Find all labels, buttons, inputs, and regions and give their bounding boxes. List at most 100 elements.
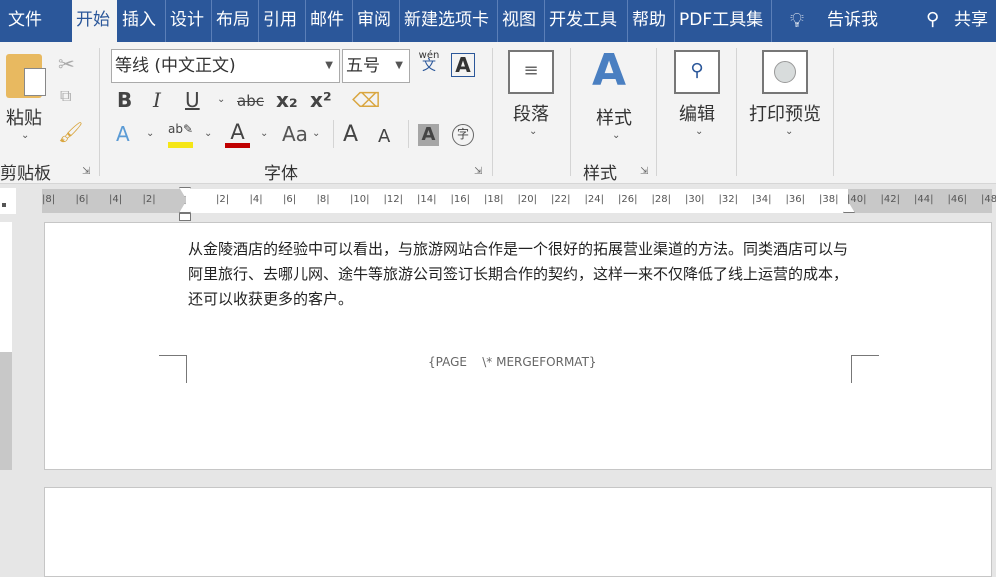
horizontal-ruler[interactable]: |8| |6| |4| |2| |2| |4| |6| |8| |10| |12| |14| |16|… xyxy=(42,187,996,213)
tab-view[interactable]: 视图 xyxy=(497,0,540,42)
document-page[interactable]: 从金陵酒店的经验中可以看出，与旅游网站合作是一个很好的拓展营业渠道的方法。同类酒… xyxy=(44,222,992,470)
paragraph-icon[interactable]: ≡ xyxy=(508,50,554,94)
chevron-down-icon[interactable]: ⌄ xyxy=(612,130,620,141)
chevron-down-icon[interactable]: ⌄ xyxy=(312,128,320,139)
ruler-tick-label: |14| xyxy=(417,194,437,205)
left-indent-marker[interactable] xyxy=(179,213,191,221)
tab-mailings[interactable]: 邮件 xyxy=(305,0,348,42)
italic-button[interactable]: I xyxy=(153,88,161,112)
ruler-tick-label: |22| xyxy=(551,194,571,205)
tell-me-button[interactable]: 告诉我 xyxy=(823,0,882,42)
print-preview-icon[interactable] xyxy=(762,50,808,94)
ruler-tick-label: |34| xyxy=(752,194,772,205)
ruler-tick-label: |16| xyxy=(450,194,470,205)
ruler-tick-label: |4| xyxy=(109,194,123,205)
styles-launcher-icon[interactable]: ⇲ xyxy=(640,166,648,177)
document-page-2[interactable] xyxy=(44,487,992,577)
body-paragraph[interactable]: 从金陵酒店的经验中可以看出，与旅游网站合作是一个很好的拓展营业渠道的方法。同类酒… xyxy=(188,237,858,312)
font-size-select[interactable]: 五号 ▼ xyxy=(342,49,410,83)
chevron-down-icon: ▼ xyxy=(395,60,403,71)
share-user-icon[interactable]: ⚲ xyxy=(922,0,943,42)
bold-button[interactable]: B xyxy=(117,88,132,112)
format-painter-icon[interactable]: 🖌︎ xyxy=(58,120,83,144)
print-preview-button[interactable]: 打印预览 xyxy=(749,100,821,126)
paste-chevron-icon[interactable]: ⌄ xyxy=(21,130,29,141)
cut-icon[interactable]: ✂ xyxy=(58,52,75,76)
underline-chevron-icon[interactable]: ⌄ xyxy=(217,94,225,105)
ruler-tick-label: |48| xyxy=(981,194,996,205)
ruler-tick-label: |26| xyxy=(618,194,638,205)
styles-button[interactable]: 样式 xyxy=(596,104,632,130)
ruler-tick-label: |42| xyxy=(880,194,900,205)
clipboard-group-label: 剪贴板 xyxy=(0,164,51,184)
ruler-tick-label: |24| xyxy=(584,194,604,205)
tab-references[interactable]: 引用 xyxy=(258,0,301,42)
chevron-down-icon[interactable]: ⌄ xyxy=(260,128,268,139)
strikethrough-button[interactable]: abc xyxy=(237,92,264,110)
ribbon-home: 粘贴 ⌄ ✂ ⧉ 🖌︎ 剪贴板 ⇲ 等线 (中文正文) ▼ 五号 ▼ wén 文 A … xyxy=(0,42,996,184)
ruler-tick-label: |40| xyxy=(847,194,867,205)
tab-pdf[interactable]: PDF工具集 xyxy=(674,0,767,42)
copy-icon[interactable]: ⧉ xyxy=(60,86,71,106)
ruler-tick-label: |20| xyxy=(517,194,537,205)
change-case-button[interactable]: Aa xyxy=(282,122,308,146)
share-button[interactable]: 共享 xyxy=(950,0,992,42)
chevron-down-icon[interactable]: ⌄ xyxy=(529,126,537,137)
font-name-select[interactable]: 等线 (中文正文) ▼ xyxy=(111,49,340,83)
tab-new[interactable]: 新建选项卡 xyxy=(399,0,493,42)
ruler-tick-label: |18| xyxy=(484,194,504,205)
ruler-tick-label: |12| xyxy=(383,194,403,205)
font-color-button[interactable]: A xyxy=(225,120,250,148)
tab-layout[interactable]: 布局 xyxy=(211,0,254,42)
ruler-tick-label: |2| xyxy=(216,194,230,205)
underline-button[interactable]: U xyxy=(185,88,200,112)
subscript-button[interactable]: x₂ xyxy=(276,88,298,112)
ruler-tick-label: |28| xyxy=(651,194,671,205)
superscript-button[interactable]: x² xyxy=(310,88,332,112)
clipboard-launcher-icon[interactable]: ⇲ xyxy=(82,166,90,177)
ruler-tick-label: |8| xyxy=(42,194,56,205)
ruler-tick-label: |6| xyxy=(283,194,297,205)
styles-group-label: 样式 xyxy=(583,164,617,184)
character-border-button[interactable]: A xyxy=(451,53,475,77)
paste-button[interactable]: 粘贴 xyxy=(6,104,42,130)
tab-developer[interactable]: 开发工具 xyxy=(544,0,621,42)
tab-home[interactable]: 开始 xyxy=(72,0,117,42)
tab-selector[interactable] xyxy=(0,188,16,214)
grow-font-button[interactable]: A xyxy=(343,122,358,147)
ruler-tick-label: |30| xyxy=(685,194,705,205)
editing-button[interactable]: 编辑 xyxy=(679,100,715,126)
chevron-down-icon[interactable]: ⌄ xyxy=(146,128,154,139)
character-shading-button[interactable]: A xyxy=(418,124,439,146)
ruler-tick-label: |44| xyxy=(914,194,934,205)
chevron-down-icon: ▼ xyxy=(325,60,333,71)
chevron-down-icon[interactable]: ⌄ xyxy=(695,126,703,137)
ribbon-tabs: 文件 开始 插入 设计 布局 引用 邮件 审阅 新建选项卡 视图 开发工具 帮助… xyxy=(0,0,996,42)
chevron-down-icon[interactable]: ⌄ xyxy=(204,128,212,139)
vertical-ruler[interactable] xyxy=(0,222,12,470)
lightbulb-icon[interactable]: 💡︎ xyxy=(786,0,808,42)
highlight-color-button[interactable]: ab✎ xyxy=(168,122,194,148)
tab-design[interactable]: 设计 xyxy=(165,0,208,42)
ruler-tick-label: |36| xyxy=(785,194,805,205)
styles-icon[interactable]: A xyxy=(592,48,626,94)
text-effects-button[interactable]: A xyxy=(116,122,130,146)
page-number-field[interactable]: {PAGE \* MERGEFORMAT} xyxy=(428,355,597,369)
ruler-tick-label: |6| xyxy=(75,194,89,205)
shrink-font-button[interactable]: A xyxy=(378,126,390,147)
editing-search-icon[interactable]: ⚲ xyxy=(674,50,720,94)
tab-review[interactable]: 审阅 xyxy=(352,0,395,42)
tab-insert[interactable]: 插入 xyxy=(118,0,160,42)
ruler-tick-label: |10| xyxy=(350,194,370,205)
paste-icon[interactable] xyxy=(6,54,46,98)
enclose-characters-button[interactable]: 字 xyxy=(452,124,474,146)
clear-formatting-icon[interactable]: ⌫ xyxy=(352,88,380,112)
chevron-down-icon[interactable]: ⌄ xyxy=(785,126,793,137)
ruler-tick-label: |32| xyxy=(718,194,738,205)
font-launcher-icon[interactable]: ⇲ xyxy=(474,166,482,177)
paragraph-button[interactable]: 段落 xyxy=(513,100,549,126)
tab-file[interactable]: 文件 xyxy=(4,0,46,42)
tab-help[interactable]: 帮助 xyxy=(627,0,670,42)
phonetic-guide-button[interactable]: wén 文 xyxy=(418,50,440,73)
ruler-tick-label: |46| xyxy=(947,194,967,205)
